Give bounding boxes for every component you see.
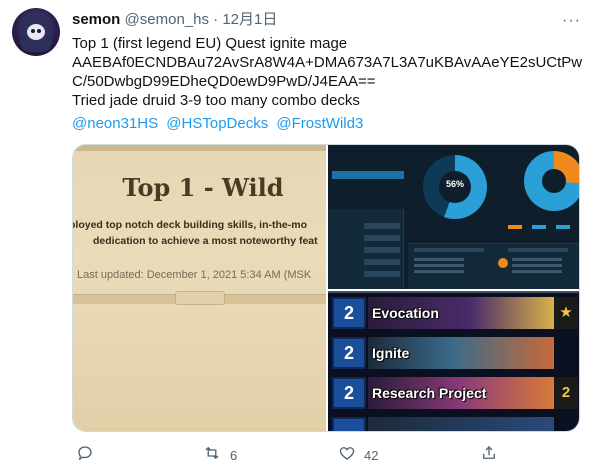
tweet-date[interactable]: 12月1日 [222,11,277,28]
card-art [368,417,554,431]
mention-link[interactable]: @neon31HS [72,115,158,132]
avatar[interactable] [12,8,60,56]
avatar-face [27,24,45,40]
like-button[interactable]: 42 [338,444,378,467]
card-row: 2 Ignite [328,335,579,371]
card-name: Evocation [372,305,439,321]
legend-swatch [556,225,570,229]
legend-swatch [532,225,546,229]
tracker-menu [332,147,404,203]
summary-row [414,258,464,261]
tweet-actions: 6 42 [72,444,592,466]
leaderboard-title: Top 1 - Wild [122,173,284,202]
menu-row [332,179,404,187]
legend-swatch [508,225,522,229]
retweet-button[interactable]: 6 [202,444,237,467]
menu-row [332,187,404,195]
summary-header [414,248,484,252]
media-grid: Top 1 - Wild ployed top notch deck build… [72,144,580,432]
card-count [554,337,578,369]
filter-panel [328,209,404,289]
retweet-count: 6 [230,448,238,463]
menu-row-selected [332,171,404,179]
decklist-image[interactable]: 2 Evocation ★ 2 Ignite 2 Research Projec… [328,291,579,431]
mana-cost-partial [332,417,366,431]
card-name: Research Project [372,385,487,401]
mana-cost: 2 [332,337,366,369]
avatar-eye-left [31,29,35,33]
card-count: 2 [554,377,578,409]
filter-field [364,235,400,241]
author-handle[interactable]: @semon_hs [125,11,209,28]
tweet-text: Top 1 (first legend EU) Quest ignite mag… [72,34,587,110]
card-row: 2 Evocation ★ [328,295,579,331]
filter-field [364,271,400,277]
parchment-frame [73,145,326,151]
mention-link[interactable]: @FrostWild3 [276,115,363,132]
summary-row [512,258,562,261]
heart-icon [338,444,356,467]
leaderboard-line-1: ployed top notch deck building skills, i… [72,219,308,231]
separator-dot: · [213,11,219,28]
summary-panel [408,243,579,289]
menu-row [332,163,404,171]
mana-cost: 2 [332,377,366,409]
leaderboard-image[interactable]: Top 1 - Wild ployed top notch deck build… [72,145,326,431]
tweet-line-4: Tried jade druid 3-9 too many combo deck… [72,92,360,109]
share-button[interactable] [480,444,498,467]
card-name: Ignite [372,345,410,361]
row-divider [328,291,579,293]
like-count: 42 [364,448,379,463]
class-icon [498,258,508,268]
avatar-eye-right [37,29,41,33]
summary-row [512,270,562,273]
tweet-header: semon @semon_hs · 12月1日 [72,10,277,30]
mana-cost: 2 [332,297,366,329]
parchment-tab [175,291,225,305]
author-name[interactable]: semon [72,11,120,28]
more-options-icon[interactable]: ··· [562,12,581,30]
tweet-line-3: C/50DwbgD99EDheQD0ewD9PwD/J4EAA== [72,73,376,90]
summary-row [414,270,464,273]
legendary-star-icon: ★ [554,297,578,329]
filter-field [364,259,400,265]
retweet-icon [202,444,222,467]
menu-row [332,155,404,163]
share-icon [480,444,498,467]
filter-field [364,223,400,229]
tweet-line-1: Top 1 (first legend EU) Quest ignite mag… [72,35,348,52]
mention-link[interactable]: @HSTopDecks [166,115,268,132]
menu-row [332,147,404,155]
card-row: 2 Research Project 2 [328,375,579,411]
reply-button[interactable] [76,444,94,467]
tweet-line-2: AAEBAf0ECNDBAu72AvSrA8W4A+DMA673A7L3A7uK… [72,54,583,71]
card-row-partial [328,415,579,431]
stats-image[interactable]: 56% [328,145,579,289]
summary-header [508,248,568,252]
filter-field [364,247,400,253]
menu-row [332,195,404,203]
winrate-percent: 56% [445,179,464,189]
summary-row [512,264,562,267]
reply-icon [76,444,94,467]
leaderboard-updated: Last updated: December 1, 2021 5:34 AM (… [77,269,312,281]
leaderboard-line-2: dedication to achieve a most noteworthy … [93,235,318,247]
mention-list: @neon31HS @HSTopDecks @FrostWild3 [72,114,367,133]
summary-row [414,264,464,267]
class-share-donut [524,151,579,211]
